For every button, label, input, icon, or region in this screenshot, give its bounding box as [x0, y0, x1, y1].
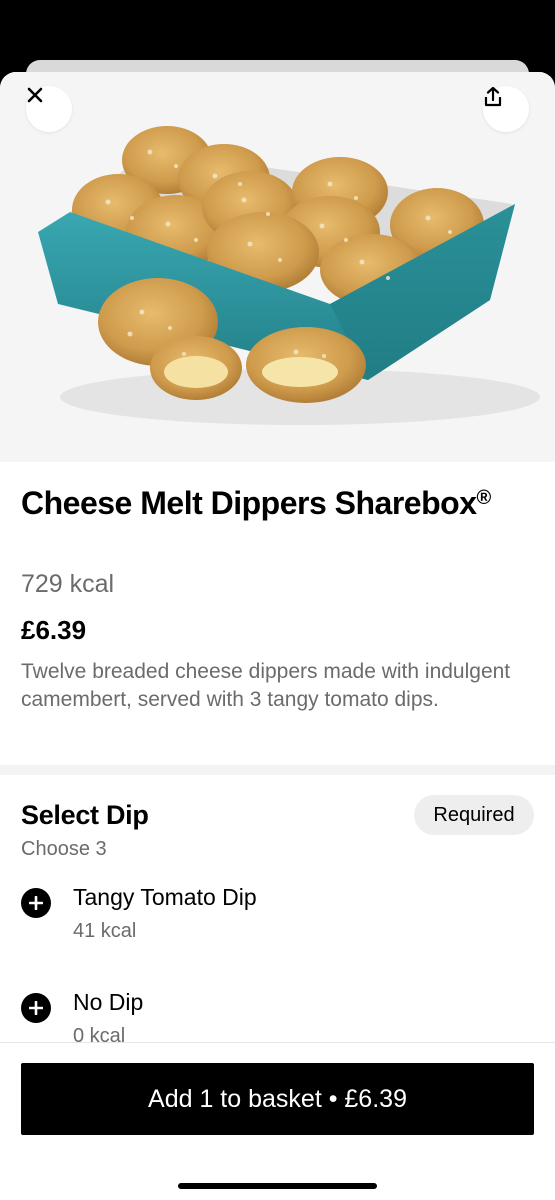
dip-option-tangy-tomato[interactable]: Tangy Tomato Dip 41 kcal [21, 872, 531, 942]
product-price: £6.39 [21, 615, 87, 645]
sticky-footer: Add 1 to basket • £6.39 [0, 1042, 555, 1200]
product-photo-illustration [38, 126, 540, 425]
plus-icon [29, 1001, 43, 1015]
dip-option-name: No Dip [73, 989, 144, 1015]
product-title: Cheese Melt Dippers Sharebox® [21, 485, 491, 521]
share-button[interactable] [483, 86, 529, 132]
home-indicator[interactable] [178, 1183, 377, 1189]
close-button[interactable] [26, 86, 72, 132]
add-dip-button[interactable] [21, 993, 51, 1023]
product-image [0, 72, 555, 462]
section-divider [0, 765, 555, 775]
dip-option-name: Tangy Tomato Dip [73, 884, 257, 910]
close-icon [27, 87, 43, 103]
dip-option-no-dip[interactable]: No Dip 0 kcal [21, 977, 531, 1047]
section-title: Select Dip [21, 800, 149, 830]
registered-mark: ® [476, 487, 491, 509]
add-to-basket-button[interactable]: Add 1 to basket • £6.39 [21, 1063, 534, 1135]
item-detail-sheet: Cheese Melt Dippers Sharebox® 729 kcal £… [0, 72, 555, 1200]
dip-option-kcal: 41 kcal [73, 920, 137, 942]
required-badge: Required [414, 795, 534, 835]
add-dip-button[interactable] [21, 888, 51, 918]
section-subtitle: Choose 3 [21, 838, 107, 860]
share-icon [484, 86, 502, 107]
product-description: Twelve breaded cheese dippers made with … [21, 660, 511, 711]
plus-icon [29, 896, 43, 910]
product-kcal: 729 kcal [21, 570, 115, 598]
